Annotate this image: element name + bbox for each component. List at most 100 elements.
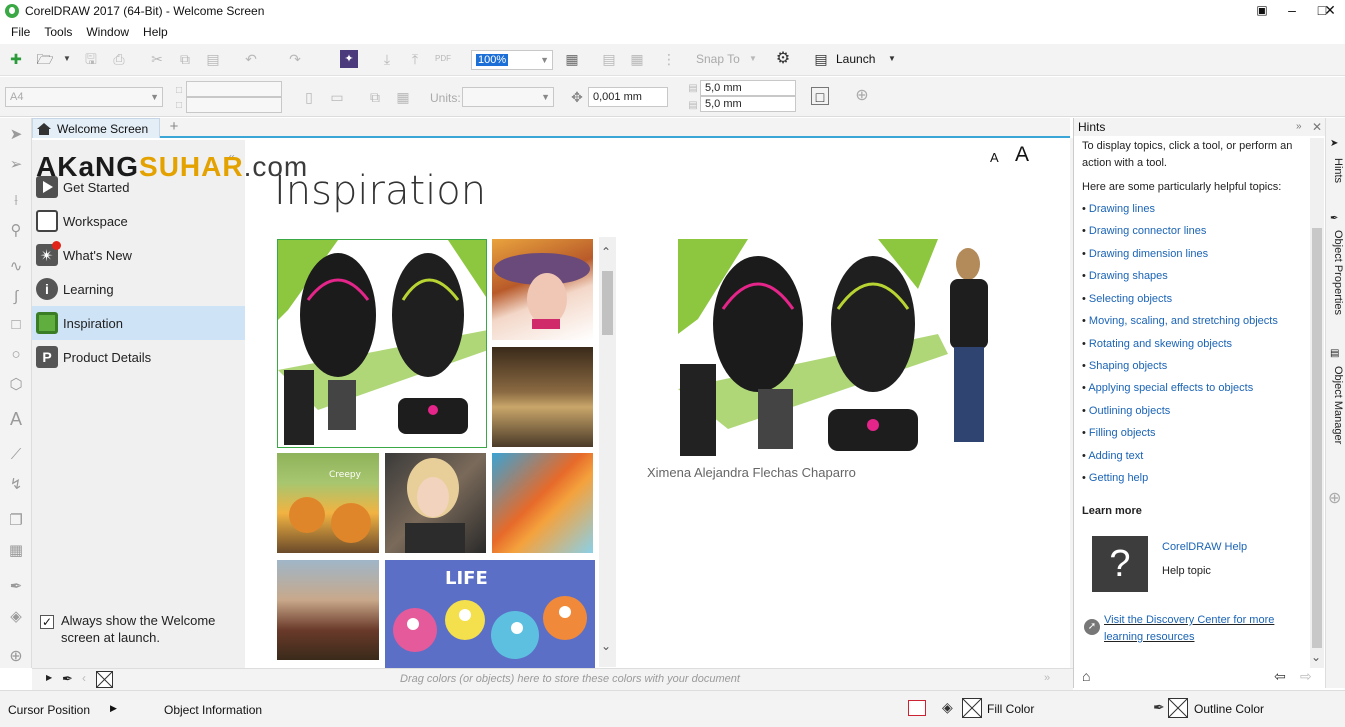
hint-topic[interactable]: • Rotating and skewing objects — [1082, 336, 1310, 353]
thumbnail-redhead-painting[interactable] — [492, 453, 593, 553]
no-color-swatch[interactable] — [96, 671, 113, 688]
text-tool-icon[interactable]: A — [7, 410, 25, 428]
ellipse-tool-icon[interactable]: ○ — [7, 346, 25, 364]
launch-dropdown-icon[interactable]: ▼ — [883, 50, 901, 68]
landscape-icon[interactable]: ▭ — [328, 88, 346, 106]
hint-topic[interactable]: • Adding text — [1082, 448, 1310, 465]
thumbnail-hat-woman[interactable] — [492, 239, 593, 340]
menu-file[interactable]: File — [4, 25, 37, 39]
page-height-field[interactable] — [186, 97, 282, 113]
nav-item-workspace[interactable]: Workspace — [32, 204, 245, 238]
hint-topic[interactable]: • Drawing connector lines — [1082, 223, 1310, 240]
copy-icon[interactable]: ⧉ — [176, 50, 194, 68]
page-width-field[interactable] — [186, 81, 282, 97]
hint-link[interactable]: Selecting objects — [1089, 293, 1172, 305]
print-icon[interactable]: ⎙ — [110, 50, 128, 68]
options-gear-icon[interactable]: ⚙ — [774, 50, 792, 68]
parallel-dimension-icon[interactable]: ⟋ — [7, 446, 25, 464]
hint-link[interactable]: Rotating and skewing objects — [1089, 338, 1232, 350]
cursor-position-menu-icon[interactable]: ▶ — [110, 703, 117, 714]
hint-topic[interactable]: • Drawing lines — [1082, 201, 1310, 218]
hint-link[interactable]: Outlining objects — [1089, 405, 1170, 417]
interactive-fill-icon[interactable]: ◈ — [7, 608, 25, 626]
polygon-tool-icon[interactable]: ⬡ — [7, 376, 25, 394]
coreldraw-help-link[interactable]: CorelDRAW Help — [1162, 541, 1247, 553]
hint-topic[interactable]: • Moving, scaling, and stretching object… — [1082, 313, 1310, 330]
palette-scroll-icon[interactable]: » — [1044, 672, 1050, 684]
zoom-to-page-icon[interactable]: ▦ — [563, 50, 581, 68]
launch-icon[interactable]: ▤ — [812, 50, 830, 68]
hint-link[interactable]: Getting help — [1089, 472, 1148, 484]
export-icon[interactable]: ⤒ — [406, 50, 424, 68]
hints-forward-icon[interactable]: ⇨ — [1300, 668, 1312, 685]
snap-dropdown-icon[interactable]: ▼ — [744, 50, 762, 68]
launch-label[interactable]: Launch — [836, 52, 875, 66]
hint-link[interactable]: Moving, scaling, and stretching objects — [1089, 315, 1278, 327]
hint-link[interactable]: Applying special effects to objects — [1088, 382, 1253, 394]
show-welcome-checkbox[interactable]: ✓ — [40, 615, 54, 629]
zoom-dropdown-icon[interactable]: ▼ — [540, 51, 549, 69]
expand-docker-icon[interactable]: » — [1296, 118, 1302, 136]
help-topic-link[interactable]: CorelDRAW Help — [1162, 541, 1247, 553]
portrait-icon[interactable]: ▯ — [300, 88, 318, 106]
minimize-button[interactable]: – — [1277, 0, 1307, 22]
thumbnail-pumpkins[interactable]: Creepy — [277, 453, 379, 553]
all-pages-icon[interactable]: ⧉ — [366, 88, 384, 106]
font-size-small-button[interactable]: A — [990, 150, 999, 165]
font-size-large-button[interactable]: A — [1015, 143, 1029, 167]
quick-customize-icon[interactable]: ⊕ — [7, 648, 25, 666]
hint-topic[interactable]: • Getting help — [1082, 470, 1310, 487]
add-toolbar-item-icon[interactable]: ⊕ — [853, 87, 871, 105]
open-dropdown-icon[interactable]: ▼ — [58, 50, 76, 68]
publish-pdf-icon[interactable]: PDF — [434, 50, 452, 68]
menu-tools[interactable]: Tools — [37, 25, 79, 39]
hint-topic[interactable]: • Selecting objects — [1082, 291, 1310, 308]
scrollbar-thumb[interactable] — [602, 271, 613, 335]
hint-link[interactable]: Drawing shapes — [1089, 270, 1168, 282]
duplicate-x-field[interactable]: 5,0 mm — [700, 80, 796, 96]
crop-tool-icon[interactable]: ⟊ — [7, 192, 25, 210]
search-content-icon[interactable]: ✦ — [340, 50, 358, 68]
shape-tool-icon[interactable]: ➢ — [7, 156, 25, 174]
hint-topic[interactable]: • Drawing dimension lines — [1082, 246, 1310, 263]
hint-topic[interactable]: • Drawing shapes — [1082, 268, 1310, 285]
new-document-icon[interactable]: ✚ — [7, 50, 25, 68]
nav-item-inspiration[interactable]: Inspiration — [32, 306, 245, 340]
hint-link[interactable]: Drawing connector lines — [1089, 225, 1206, 237]
discovery-link-text[interactable]: Visit the Discovery Center for more lear… — [1104, 614, 1274, 643]
hints-scroll-down-icon[interactable]: ⌄ — [1311, 650, 1321, 664]
hints-home-icon[interactable]: ⌂ — [1082, 668, 1090, 684]
palette-menu-icon[interactable]: ▶ — [46, 673, 52, 682]
hints-back-icon[interactable]: ⇦ — [1274, 668, 1286, 685]
thumbnail-monsters[interactable]: LIFE — [385, 560, 595, 668]
hint-link[interactable]: Shaping objects — [1089, 360, 1167, 372]
connector-tool-icon[interactable]: ↯ — [7, 476, 25, 494]
discovery-center-link[interactable]: Visit the Discovery Center for more lear… — [1104, 612, 1294, 646]
undo-icon[interactable]: ↶ — [242, 50, 260, 68]
transparency-icon[interactable]: ▦ — [7, 542, 25, 560]
hint-topic[interactable]: • Applying special effects to objects — [1082, 380, 1310, 397]
gallery-scrollbar[interactable]: ⌃ ⌄ — [599, 237, 616, 667]
zoom-level-field[interactable]: 100% ▼ — [471, 50, 553, 70]
thumbnail-cathedral[interactable] — [492, 347, 593, 447]
pick-tool-icon[interactable]: ➤ — [7, 126, 25, 144]
open-folder-icon[interactable]: 🗁 — [36, 50, 54, 68]
nav-item-whats-new[interactable]: ✴ What's New — [32, 238, 245, 272]
artistic-media-icon[interactable]: ∫ — [7, 288, 25, 306]
hints-scrollbar-thumb[interactable] — [1312, 228, 1322, 648]
page-size-select[interactable]: A4 ▼ — [5, 87, 163, 107]
full-screen-preview-icon[interactable]: ▤ — [600, 50, 618, 68]
show-guidelines-icon[interactable]: ⋮ — [660, 50, 678, 68]
redo-icon[interactable]: ↷ — [286, 50, 304, 68]
dock-tab-object-properties[interactable]: Object Properties — [1328, 230, 1344, 315]
hint-link[interactable]: Drawing lines — [1089, 203, 1155, 215]
import-icon[interactable]: ⤓ — [378, 50, 396, 68]
hint-topic[interactable]: • Outlining objects — [1082, 403, 1310, 420]
menu-window[interactable]: Window — [79, 25, 136, 39]
duplicate-y-field[interactable]: 5,0 mm — [700, 96, 796, 112]
cut-icon[interactable]: ✂ — [148, 50, 166, 68]
fill-color-swatch[interactable] — [962, 698, 982, 718]
close-docker-icon[interactable]: ✕ — [1312, 118, 1322, 136]
close-button[interactable]: ✕ — [1315, 0, 1345, 22]
hint-link[interactable]: Adding text — [1088, 450, 1143, 462]
